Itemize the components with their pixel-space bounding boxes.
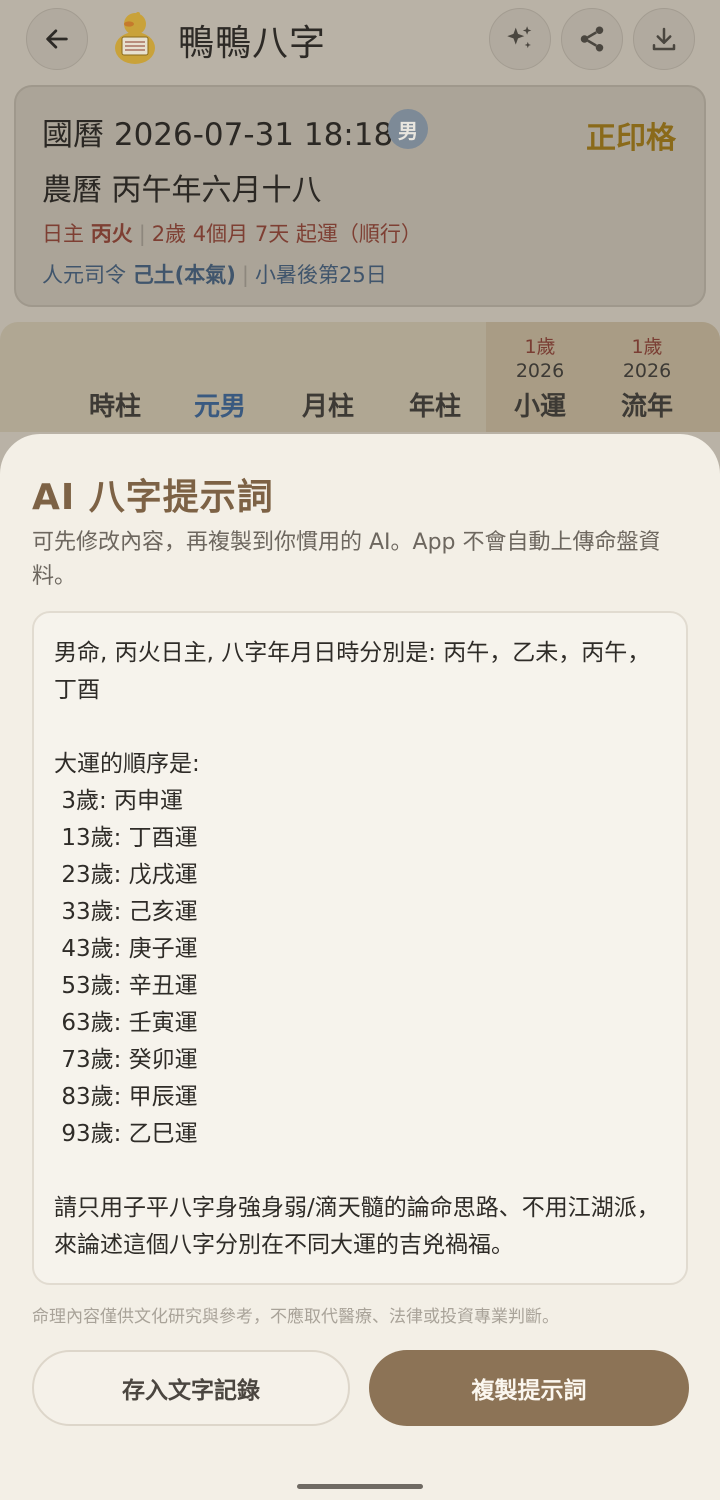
pillar-day[interactable]: 元男 (180, 386, 260, 423)
annual-luck-year: 2026 (622, 360, 672, 382)
pillar-year[interactable]: 年柱 (395, 386, 475, 423)
app-title: 鴨鴨八字 (178, 23, 327, 64)
save-to-records-button[interactable]: 存入文字記錄 (32, 1350, 350, 1426)
solar-date: 國曆 2026-07-31 18:18 (42, 117, 394, 153)
ren-yuan-label: 人元司令 (42, 263, 126, 287)
prompt-textarea[interactable]: 男命, 丙火日主, 八字年月日時分別是: 丙午，乙未，丙午，丁酉 大運的順序是:… (32, 611, 688, 1285)
day-master-value: 丙火 (90, 222, 133, 246)
gender-badge: 男 (388, 109, 428, 149)
ai-prompt-sheet: AI 八字提示詞 可先修改內容，再複製到你慣用的 AI。App 不會自動上傳命盤… (0, 434, 720, 1500)
pillar-annual-luck[interactable]: 流年 (607, 386, 687, 423)
pillar-minor-luck[interactable]: 小運 (500, 386, 580, 423)
minor-luck-age: 1歲 (524, 336, 556, 358)
sheet-subtitle: 可先修改內容，再複製到你慣用的 AI。App 不會自動上傳命盤資料。 (32, 530, 661, 589)
luck-start: 2歲 4個月 7天 起運（順行） (151, 222, 422, 246)
day-master-label: 日主 (42, 222, 84, 246)
annual-luck-age: 1歲 (631, 336, 663, 358)
pillar-month[interactable]: 月柱 (288, 386, 368, 423)
sparkle-icon (507, 26, 532, 49)
share-icon (580, 26, 604, 52)
download-icon (652, 27, 676, 51)
solar-term: 小暑後第25日 (254, 263, 387, 287)
ai-sparkle-button[interactable] (489, 8, 551, 70)
disclaimer: 命理內容僅供文化研究與參考，不應取代醫療、法律或投資專業判斷。 (32, 1307, 559, 1327)
minor-luck-year: 2026 (515, 360, 565, 382)
app-bar: 鴨鴨八字 (0, 0, 720, 80)
lunar-date: 農曆 丙午年六月十八 (42, 173, 322, 208)
back-button[interactable] (26, 8, 88, 70)
home-indicator[interactable] (297, 1484, 423, 1489)
chart-info-card: 國曆 2026-07-31 18:18 男 正印格 農曆 丙午年六月十八 日主 … (14, 85, 706, 307)
copy-prompt-button[interactable]: 複製提示詞 (369, 1350, 689, 1426)
share-button[interactable] (561, 8, 623, 70)
sheet-title: AI 八字提示詞 (32, 477, 274, 518)
back-arrow-icon (46, 29, 68, 49)
duck-logo-icon (115, 12, 155, 64)
chart-pattern: 正印格 (586, 121, 676, 156)
day-master-line: 日主 丙火 | 2歲 4個月 7天 起運（順行） (42, 222, 422, 246)
ren-yuan-line: 人元司令 己土(本氣) | 小暑後第25日 (42, 263, 387, 287)
ren-yuan-value: 己土(本氣) (132, 263, 236, 287)
download-button[interactable] (633, 8, 695, 70)
pillar-hour[interactable]: 時柱 (75, 386, 155, 423)
